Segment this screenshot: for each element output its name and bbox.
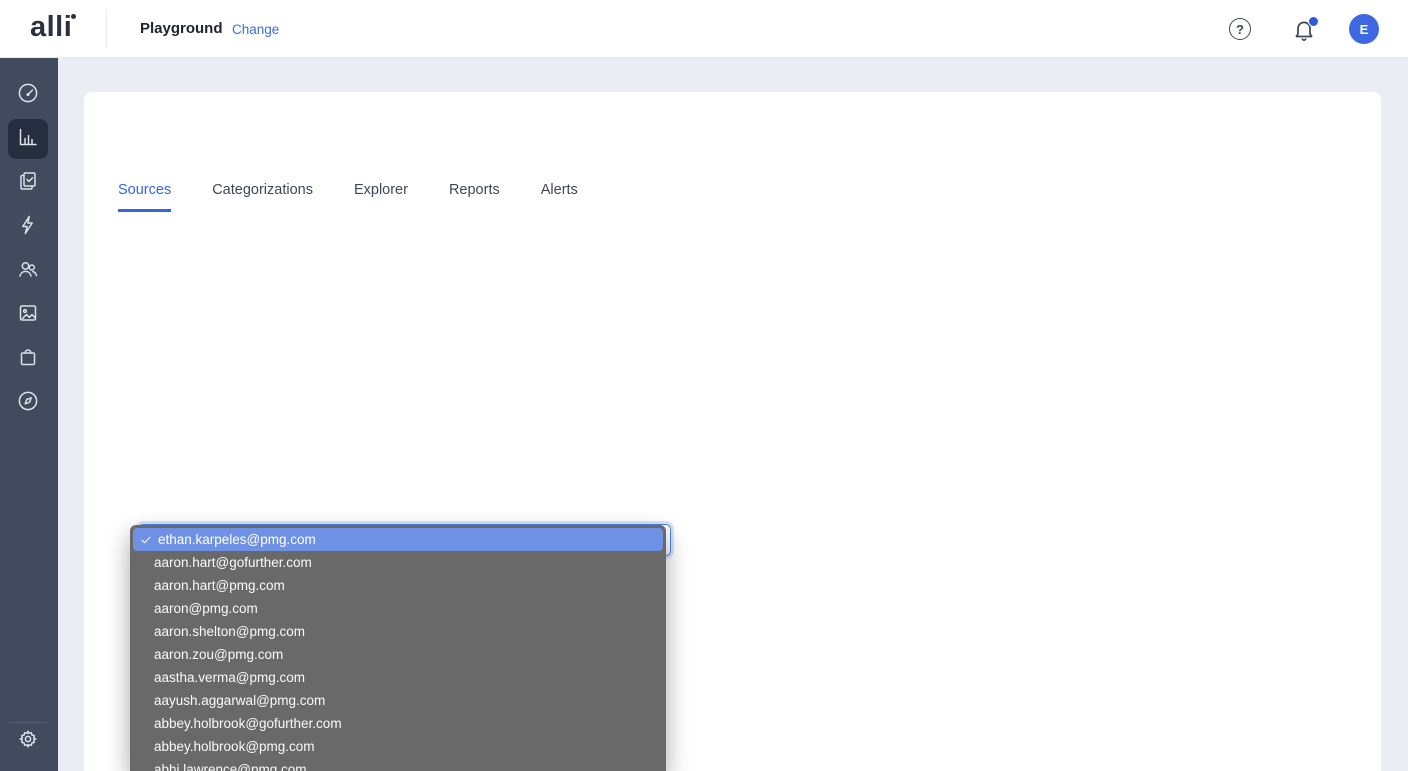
shopping-bag-icon — [16, 345, 40, 374]
bar-chart-icon — [16, 125, 40, 154]
alli-logo: alli — [30, 11, 72, 44]
sidebar-item-creative[interactable] — [8, 295, 48, 335]
gauge-icon — [16, 81, 40, 110]
sidebar-item-marketplace[interactable] — [8, 339, 48, 379]
sidebar-item-dashboard[interactable] — [8, 75, 48, 115]
check-icon — [140, 534, 154, 546]
owner-option[interactable]: abhi.lawrence@pmg.com — [130, 758, 666, 771]
tab-reports[interactable]: Reports — [449, 182, 500, 212]
clipboard-check-icon — [16, 169, 40, 198]
logo-dot — [71, 14, 76, 19]
notification-dot — [1308, 16, 1319, 27]
tab-alerts[interactable]: Alerts — [541, 182, 578, 212]
owner-option[interactable]: abbey.holbrook@gofurther.com — [130, 712, 666, 735]
top-header: alli Playground Change ? E — [0, 0, 1408, 58]
change-workspace-link[interactable]: Change — [232, 22, 279, 37]
owner-option[interactable]: aaron.shelton@pmg.com — [130, 620, 666, 643]
tab-sources[interactable]: Sources — [118, 182, 171, 212]
owner-option[interactable]: aaron.hart@gofurther.com — [130, 551, 666, 574]
sidebar-item-explore[interactable] — [8, 383, 48, 423]
sidebar-item-reporting[interactable] — [8, 119, 48, 159]
bell-icon — [1291, 30, 1317, 47]
question-mark-icon: ? — [1236, 22, 1244, 37]
tab-explorer[interactable]: Explorer — [354, 182, 408, 212]
image-icon — [16, 301, 40, 330]
sidebar-item-tasks[interactable] — [8, 163, 48, 203]
workspace-name: Playground — [140, 20, 223, 37]
avatar[interactable]: E — [1349, 14, 1379, 44]
owner-option[interactable]: aastha.verma@pmg.com — [130, 666, 666, 689]
notifications-button[interactable] — [1291, 17, 1317, 43]
help-button[interactable]: ? — [1229, 18, 1251, 40]
owner-option[interactable]: abbey.holbrook@pmg.com — [130, 735, 666, 758]
owner-option[interactable]: aaron.zou@pmg.com — [130, 643, 666, 666]
owner-option-selected[interactable]: ethan.karpeles@pmg.com — [133, 528, 663, 551]
sidebar-item-settings[interactable] — [8, 721, 48, 761]
lightning-icon — [16, 213, 40, 242]
owner-option[interactable]: aaron.hart@pmg.com — [130, 574, 666, 597]
header-divider — [106, 10, 107, 48]
sidebar — [0, 58, 58, 771]
sidebar-item-automations[interactable] — [8, 207, 48, 247]
tab-categorizations[interactable]: Categorizations — [212, 182, 313, 212]
tab-bar: Sources Categorizations Explorer Reports… — [118, 182, 578, 212]
gear-icon — [16, 727, 40, 756]
owner-option[interactable]: aayush.aggarwal@pmg.com — [130, 689, 666, 712]
app-window: Reporting Sources Categorizations Explor… — [0, 0, 1408, 771]
sidebar-item-audiences[interactable] — [8, 251, 48, 291]
compass-icon — [16, 389, 40, 418]
users-icon — [16, 257, 40, 286]
owner-option[interactable]: aaron@pmg.com — [130, 597, 666, 620]
current-owner-dropdown: ethan.karpeles@pmg.com aaron.hart@gofurt… — [130, 525, 666, 771]
